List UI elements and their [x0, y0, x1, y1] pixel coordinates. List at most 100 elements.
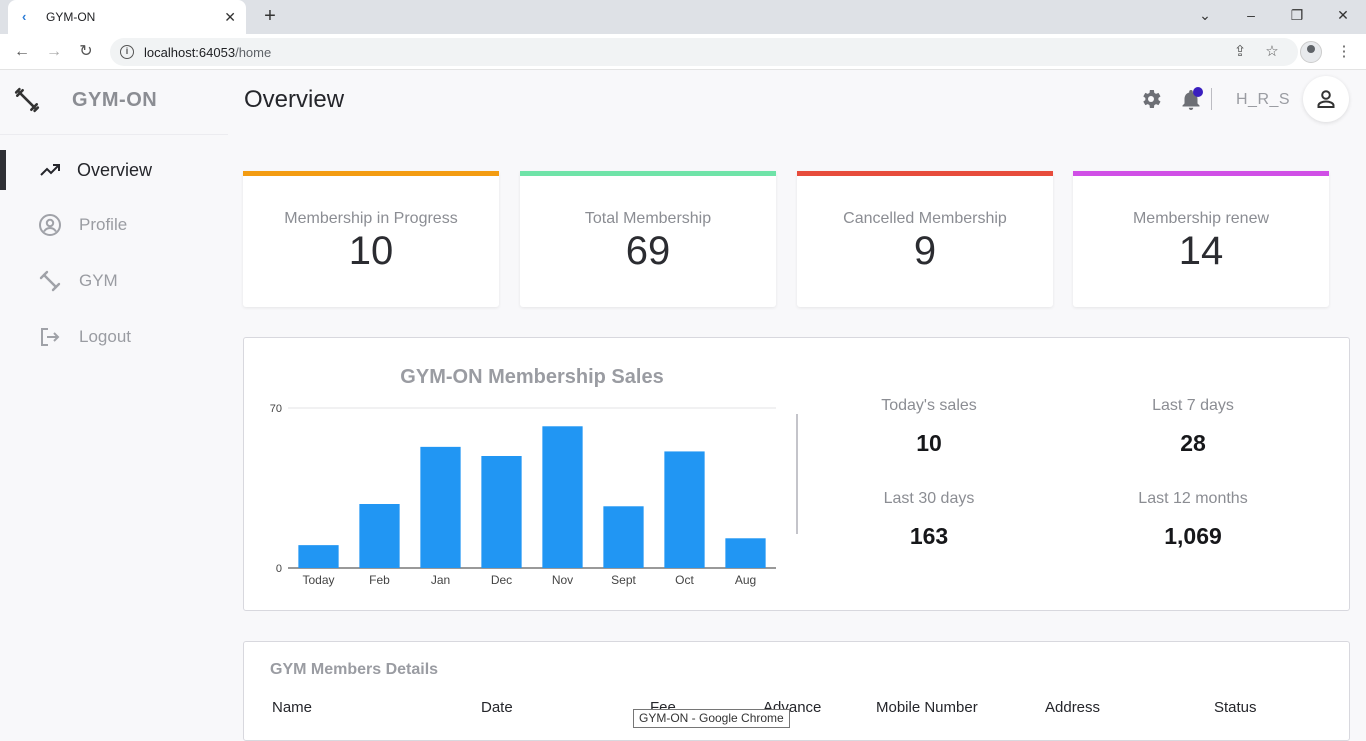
- browser-tab[interactable]: ‹ GYM-ON ✕: [8, 0, 246, 34]
- page-title: Overview: [244, 86, 345, 113]
- x-tick-label: Today: [302, 573, 334, 587]
- browser-tabstrip: ‹ GYM-ON ✕ + ⌄ – ❐ ✕: [0, 0, 1366, 34]
- back-icon[interactable]: ←: [10, 40, 34, 64]
- stat-label: Total Membership: [584, 210, 712, 227]
- forward-icon[interactable]: →: [42, 40, 66, 64]
- notification-badge: [1193, 87, 1203, 97]
- stat-label: Membership renew: [1132, 210, 1270, 227]
- restore-icon[interactable]: ❐: [1274, 0, 1320, 30]
- chart-bar-nov: [542, 426, 583, 568]
- sales-today: Today's sales 10: [829, 397, 1029, 457]
- sidebar-item-gym[interactable]: GYM: [0, 261, 228, 301]
- column-header-address[interactable]: Address: [1045, 699, 1100, 716]
- sidebar-item-label: GYM: [79, 271, 118, 290]
- chart-bar-oct: [664, 451, 705, 568]
- sales-stat-label: Last 12 months: [1138, 490, 1248, 507]
- reload-icon[interactable]: ↻: [74, 40, 98, 64]
- minimize-icon[interactable]: –: [1228, 0, 1274, 30]
- flutter-icon: ‹: [22, 9, 27, 24]
- sales-last-12-months: Last 12 months 1,069: [1093, 490, 1293, 550]
- x-tick-label: Sept: [611, 573, 636, 587]
- close-window-icon[interactable]: ✕: [1320, 0, 1366, 30]
- chart-bar-jan: [420, 446, 461, 568]
- sidebar-item-label: Logout: [79, 327, 131, 346]
- sidebar-item-profile[interactable]: Profile: [0, 205, 228, 245]
- members-title: GYM Members Details: [270, 661, 439, 678]
- chart-bar-dec: [481, 456, 522, 568]
- account-circle-icon: [39, 214, 61, 236]
- stat-accent-bar: [520, 171, 776, 176]
- x-tick-label: Nov: [552, 573, 573, 587]
- tab-title: GYM-ON: [46, 10, 96, 24]
- chart-bar-sept: [603, 506, 644, 568]
- sidebar-item-label: Overview: [77, 159, 153, 180]
- tab-search-icon[interactable]: ⌄: [1182, 0, 1228, 30]
- column-header-date[interactable]: Date: [481, 699, 513, 716]
- stat-accent-bar: [243, 171, 499, 176]
- x-tick-label: Dec: [491, 573, 512, 587]
- menu-kebab-icon[interactable]: ⋮: [1332, 40, 1356, 64]
- x-tick-label: Aug: [735, 573, 756, 587]
- logout-icon: [41, 328, 60, 346]
- stat-card-renew: Membership renew 14: [1073, 171, 1329, 307]
- sales-stat-value: 10: [916, 430, 942, 456]
- person-icon: [1317, 90, 1335, 108]
- header-divider: [1211, 88, 1212, 110]
- column-header-name[interactable]: Name: [272, 699, 312, 716]
- stat-card-in-progress: Membership in Progress 10: [243, 171, 499, 307]
- y-tick-label: 70: [270, 403, 282, 415]
- sales-stat-label: Last 7 days: [1152, 397, 1234, 414]
- sales-bar-chart: 70 0 Today Feb Jan Dec Nov Sept Oct Aug: [270, 403, 776, 587]
- brand: GYM-ON: [0, 71, 228, 135]
- sales-stat-label: Today's sales: [881, 397, 977, 414]
- sales-stat-value: 163: [909, 523, 949, 549]
- dumbbell-logo-icon: [14, 87, 40, 113]
- browser-toolbar: ← → ↻ i localhost:64053/home ⇪ ☆ ⋮: [0, 34, 1366, 70]
- sidebar-item-logout[interactable]: Logout: [0, 317, 228, 357]
- members-panel: GYM Members Details Name Date Fee Advanc…: [243, 641, 1350, 741]
- user-menu-button[interactable]: [1303, 76, 1349, 122]
- new-tab-button[interactable]: +: [258, 4, 282, 28]
- stat-accent-bar: [797, 171, 1053, 176]
- sales-stat-value: 28: [1180, 430, 1206, 456]
- brand-name: GYM-ON: [72, 89, 158, 111]
- column-header-mobile[interactable]: Mobile Number: [876, 699, 978, 716]
- sales-stat-label: Last 30 days: [883, 490, 975, 507]
- stat-card-cancelled: Cancelled Membership 9: [797, 171, 1053, 307]
- stat-value: 69: [625, 229, 671, 273]
- stat-label: Cancelled Membership: [843, 210, 1007, 227]
- chart-bar-today: [298, 545, 339, 568]
- stat-value: 9: [913, 229, 937, 273]
- sales-panel: GYM-ON Membership Sales 70 0 Today Feb Jan De…: [243, 337, 1350, 611]
- trending-up-icon: [40, 164, 60, 176]
- sidebar-item-label: Profile: [79, 215, 128, 234]
- site-info-icon[interactable]: i: [120, 45, 134, 59]
- x-tick-label: Feb: [369, 573, 390, 587]
- chart-bar-feb: [359, 504, 400, 568]
- sales-stat-value: 1,069: [1164, 523, 1222, 549]
- chart-title: GYM-ON Membership Sales: [400, 366, 664, 388]
- browser-profile-icon[interactable]: [1300, 41, 1322, 63]
- gear-icon[interactable]: [1139, 87, 1163, 111]
- url-path: /home: [235, 44, 272, 60]
- url-host: localhost:64053: [144, 44, 236, 60]
- username[interactable]: H_R_S: [1236, 91, 1290, 109]
- stat-value: 14: [1178, 229, 1224, 273]
- x-tick-label: Oct: [675, 573, 694, 587]
- y-tick-label: 0: [276, 563, 282, 575]
- sidebar: GYM-ON Overview Profile GYM Logout: [0, 71, 228, 728]
- x-tick-label: Jan: [431, 573, 450, 587]
- bookmark-star-icon[interactable]: ☆: [1260, 40, 1284, 64]
- sales-last-30-days: Last 30 days 163: [829, 490, 1029, 550]
- stat-accent-bar: [1073, 171, 1329, 176]
- column-header-status[interactable]: Status: [1214, 699, 1257, 716]
- sidebar-item-overview[interactable]: Overview: [0, 150, 228, 190]
- sales-divider: [796, 414, 798, 534]
- address-bar[interactable]: i localhost:64053/home: [110, 38, 1298, 66]
- stat-value: 10: [348, 229, 394, 273]
- close-tab-icon[interactable]: ✕: [224, 9, 236, 26]
- chart-bar-aug: [725, 538, 766, 568]
- stat-label: Membership in Progress: [284, 210, 458, 227]
- dumbbell-icon: [39, 270, 61, 292]
- share-icon[interactable]: ⇪: [1228, 40, 1252, 64]
